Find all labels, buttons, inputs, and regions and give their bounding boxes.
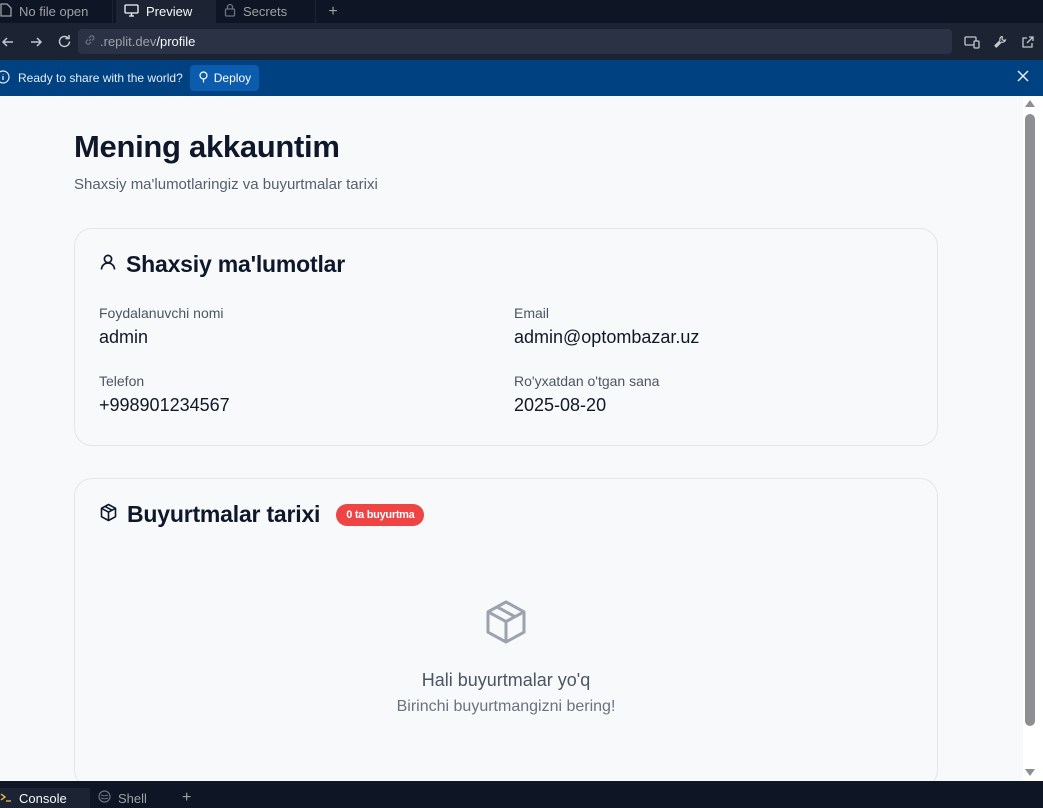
package-icon <box>484 599 528 650</box>
empty-orders-title: Hali buyurtmalar yo'q <box>421 670 591 690</box>
page-subtitle: Shaxsiy ma'lumotlaringiz va buyurtmalar … <box>74 176 378 193</box>
add-tab-button[interactable]: + <box>316 0 350 23</box>
order-history-card: Buyurtmalar tarixi 0 ta buyurtma Hali bu… <box>74 478 938 781</box>
tab-preview[interactable]: Preview <box>116 0 216 23</box>
link-icon <box>84 34 96 49</box>
scroll-up-arrow[interactable] <box>1025 100 1035 107</box>
wrench-icon[interactable] <box>989 29 1011 54</box>
back-icon[interactable] <box>0 28 22 56</box>
order-count-badge: 0 ta buyurtma <box>336 503 425 526</box>
tab-label: Shell <box>118 790 147 806</box>
file-icon <box>0 3 12 20</box>
tab-label: Preview <box>146 4 193 19</box>
shell-icon <box>98 790 111 806</box>
scrollbar-thumb[interactable] <box>1025 114 1035 726</box>
page-scrollbar[interactable] <box>1023 96 1043 781</box>
empty-orders-subtitle: Birinchi buyurtmangizni bering! <box>396 698 616 715</box>
add-panel-tab-button[interactable]: + <box>176 788 191 808</box>
banner-message: Ready to share with the world? <box>18 71 183 85</box>
personal-info-heading: Shaxsiy ma'lumotlar <box>126 251 345 277</box>
url-input[interactable]: .replit.dev/profile <box>78 29 952 54</box>
tab-console[interactable]: Console <box>0 788 90 808</box>
deploy-button[interactable]: Deploy <box>189 65 260 91</box>
empty-orders-state: Hali buyurtmalar yo'q Birinchi buyurtman… <box>75 599 937 716</box>
lock-icon <box>224 3 236 20</box>
phone-field: Telefon +998901234567 <box>99 373 230 416</box>
terminal-icon <box>0 791 12 806</box>
user-icon <box>99 253 117 276</box>
url-path: /profile <box>156 34 196 49</box>
forward-icon[interactable] <box>22 28 50 56</box>
field-label: Foydalanuvchi nomi <box>99 305 224 321</box>
order-history-heading: Buyurtmalar tarixi <box>127 501 321 527</box>
field-value: admin@optombazar.uz <box>514 327 700 347</box>
close-icon[interactable] <box>1017 70 1029 85</box>
monitor-icon <box>124 3 139 20</box>
field-label: Email <box>514 305 550 321</box>
field-value: admin <box>99 327 149 347</box>
scroll-down-arrow[interactable] <box>1025 769 1035 776</box>
info-icon <box>0 69 10 87</box>
tab-label: Secrets <box>243 4 288 19</box>
app-window: No file open Preview Secrets + .replit.d… <box>0 0 1043 808</box>
preview-page: Mening akkauntim Shaxsiy ma'lumotlaringi… <box>0 96 1023 781</box>
personal-info-card: Shaxsiy ma'lumotlar Foydalanuvchi nomi a… <box>74 228 938 446</box>
url-domain: .replit.dev <box>100 34 157 49</box>
bottom-tab-bar: Console Shell + <box>0 781 1043 808</box>
field-value: +998901234567 <box>99 395 230 415</box>
page-title: Mening akkauntim <box>74 129 340 164</box>
tab-no-file[interactable]: No file open <box>0 0 113 23</box>
field-label: Ro'yxatdan o'tgan sana <box>514 373 660 389</box>
package-icon <box>99 503 118 527</box>
deploy-icon <box>198 70 209 86</box>
field-value: 2025-08-20 <box>514 395 607 415</box>
deploy-banner: Ready to share with the world? Deploy <box>0 60 1043 96</box>
username-field: Foydalanuvchi nomi admin <box>99 305 224 348</box>
registration-date-field: Ro'yxatdan o'tgan sana 2025-08-20 <box>514 373 659 416</box>
url-bar: .replit.dev/profile <box>0 23 1043 60</box>
tab-secrets[interactable]: Secrets <box>216 0 316 23</box>
deploy-label: Deploy <box>213 71 252 85</box>
tab-bar: No file open Preview Secrets + <box>0 0 1043 23</box>
devices-icon[interactable] <box>961 29 983 54</box>
open-external-icon[interactable] <box>1017 29 1039 54</box>
field-label: Telefon <box>99 373 145 389</box>
tab-label: No file open <box>19 4 89 19</box>
reload-icon[interactable] <box>50 28 78 56</box>
email-field: Email admin@optombazar.uz <box>514 305 699 348</box>
tab-shell[interactable]: Shell <box>90 788 176 808</box>
tab-label: Console <box>19 790 67 806</box>
